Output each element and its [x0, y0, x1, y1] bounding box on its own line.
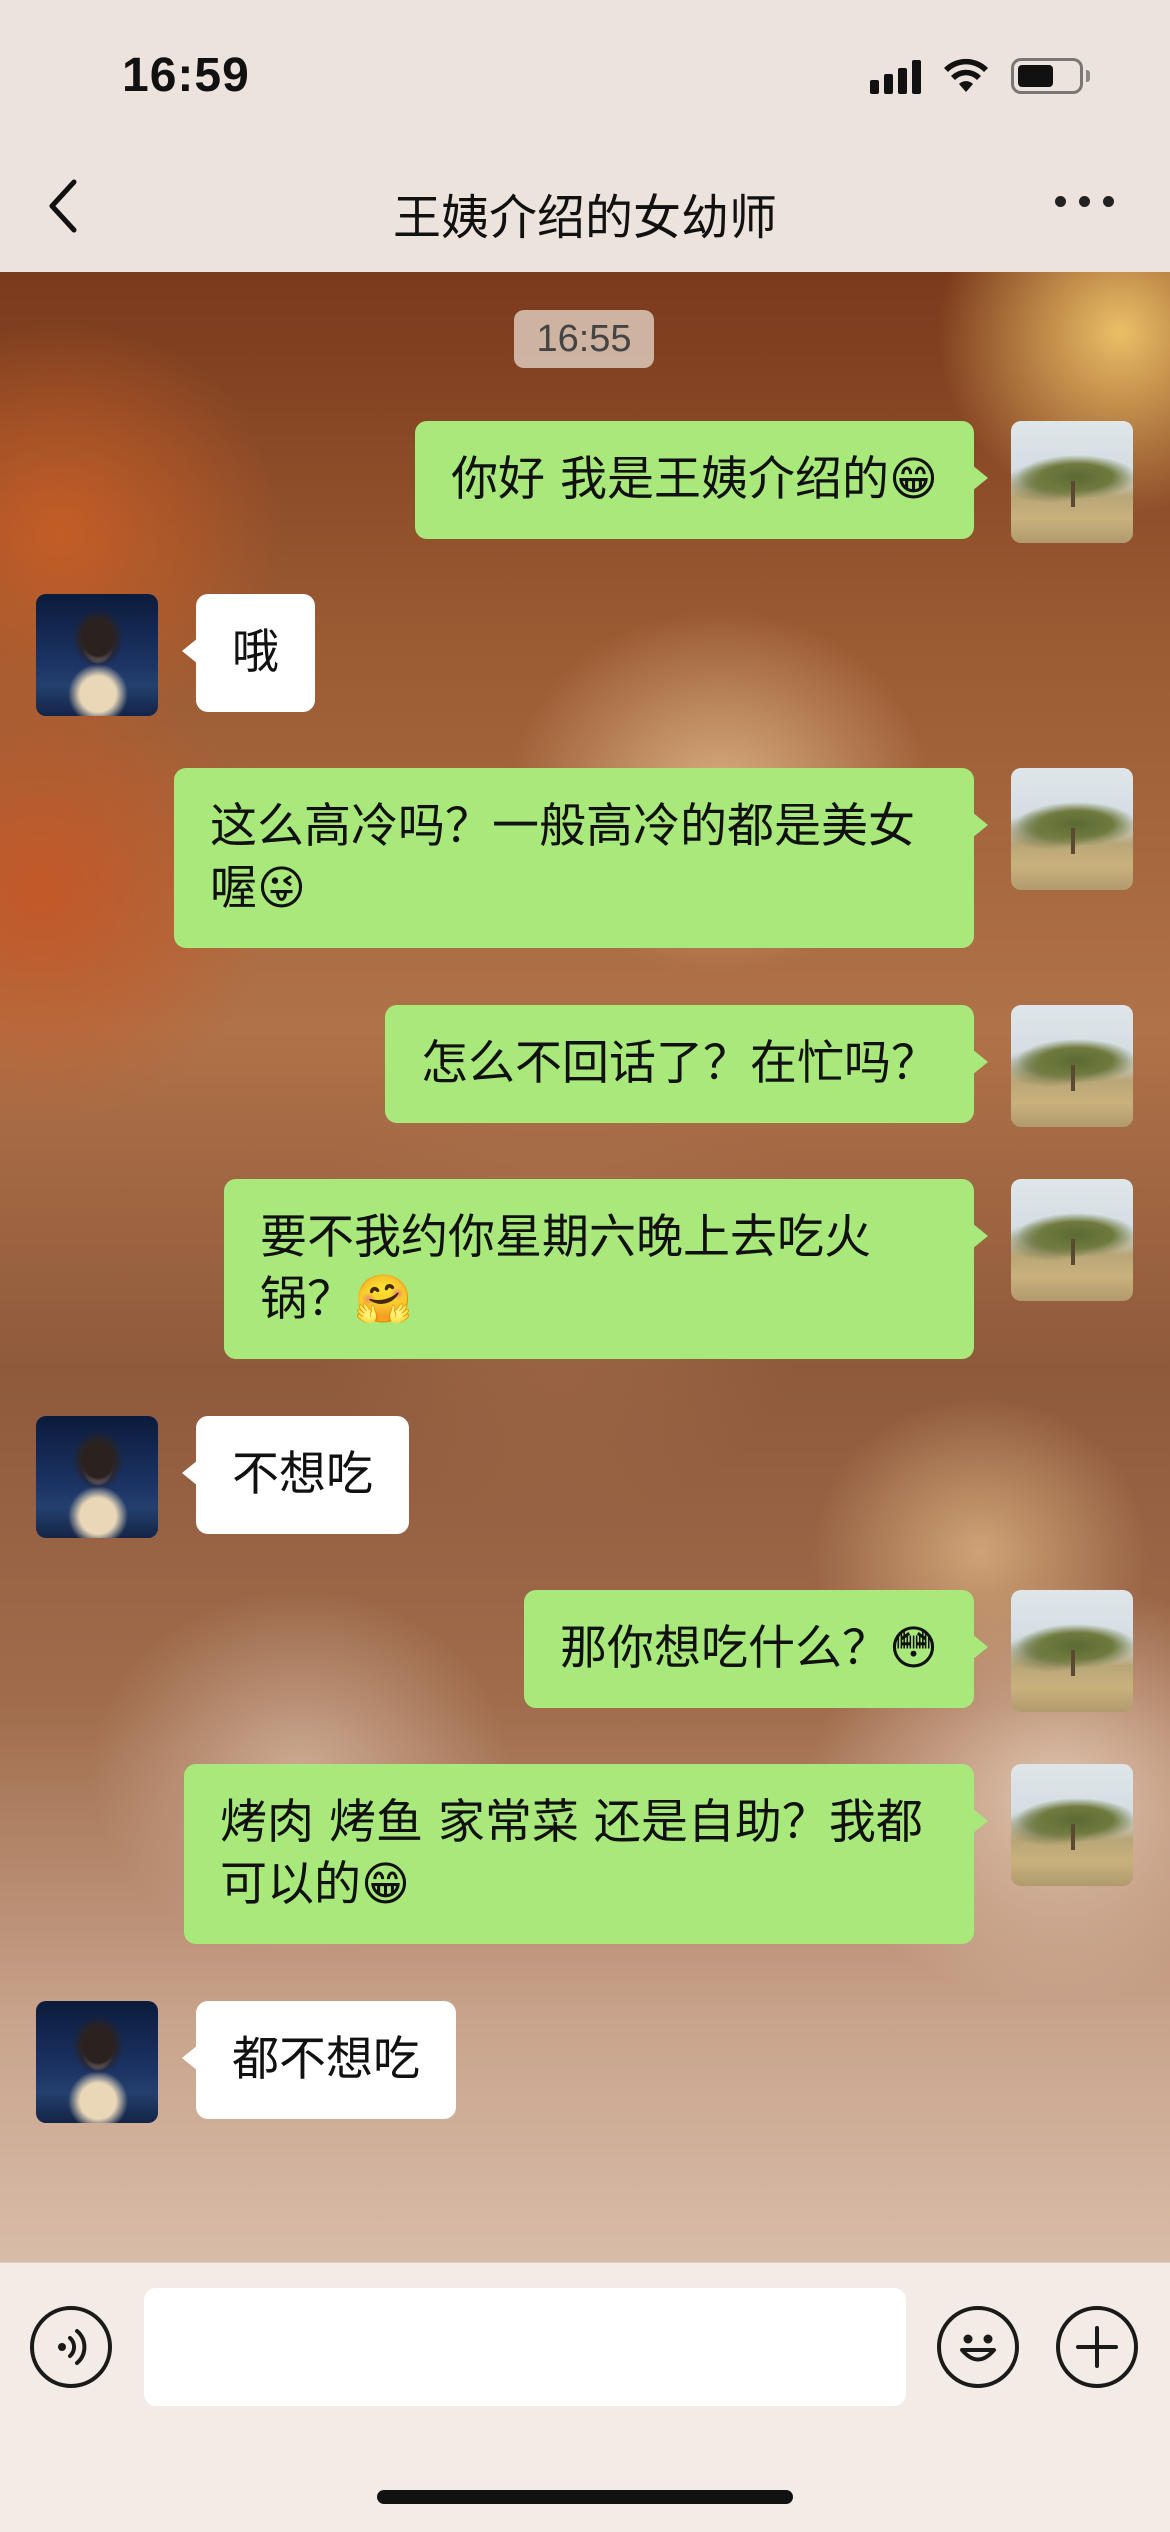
- my-avatar[interactable]: [1011, 1005, 1133, 1127]
- message-input[interactable]: [144, 2288, 906, 2406]
- message-bubble-mine[interactable]: 你好 我是王姨介绍的😁: [415, 421, 988, 539]
- home-indicator[interactable]: [377, 2490, 793, 2504]
- message-bubble-theirs[interactable]: 都不想吃: [182, 2001, 456, 2119]
- battery-icon: [1011, 58, 1090, 94]
- wifi-icon: [943, 58, 989, 94]
- status-time: 16:59: [122, 49, 250, 102]
- message-bubble-theirs[interactable]: 哦: [182, 594, 315, 712]
- contact-avatar[interactable]: [36, 1416, 158, 1538]
- more-dot-icon: [1079, 196, 1090, 207]
- message-bubble-mine[interactable]: 怎么不回话了？在忙吗？: [385, 1005, 988, 1123]
- plus-button[interactable]: [1056, 2306, 1138, 2388]
- more-dot-icon: [1055, 196, 1066, 207]
- message-bubble-theirs[interactable]: 不想吃: [182, 1416, 409, 1534]
- my-avatar[interactable]: [1011, 1590, 1133, 1712]
- contact-avatar[interactable]: [36, 2001, 158, 2123]
- voice-icon: [58, 2329, 87, 2365]
- my-avatar[interactable]: [1011, 1179, 1133, 1301]
- chat-title: 王姨介绍的女幼师: [392, 190, 777, 246]
- my-avatar[interactable]: [1011, 768, 1133, 890]
- emoji-icon: [960, 2334, 996, 2362]
- message-bubble-mine[interactable]: 这么高冷吗？一般高冷的都是美女喔😜: [174, 768, 988, 948]
- plus-icon: [1076, 2326, 1118, 2368]
- more-button[interactable]: [1055, 196, 1114, 207]
- my-avatar[interactable]: [1011, 1764, 1133, 1886]
- contact-avatar[interactable]: [36, 594, 158, 716]
- header: 16:59 王姨介绍的女幼师: [0, 0, 1170, 272]
- status-icons: [870, 56, 1090, 96]
- message-bubble-mine[interactable]: 烤肉 烤鱼 家常菜 还是自助？我都可以的😁: [184, 1764, 988, 1944]
- voice-button[interactable]: [30, 2306, 112, 2388]
- message-bubble-mine[interactable]: 要不我约你星期六晚上去吃火锅？🤗: [224, 1179, 988, 1359]
- signal-icon: [870, 58, 921, 94]
- more-dot-icon: [1103, 196, 1114, 207]
- message-bubble-mine[interactable]: 那你想吃什么？😳: [524, 1590, 988, 1708]
- emoji-button[interactable]: [937, 2306, 1019, 2388]
- my-avatar[interactable]: [1011, 421, 1133, 543]
- message-timestamp: 16:55: [514, 310, 654, 368]
